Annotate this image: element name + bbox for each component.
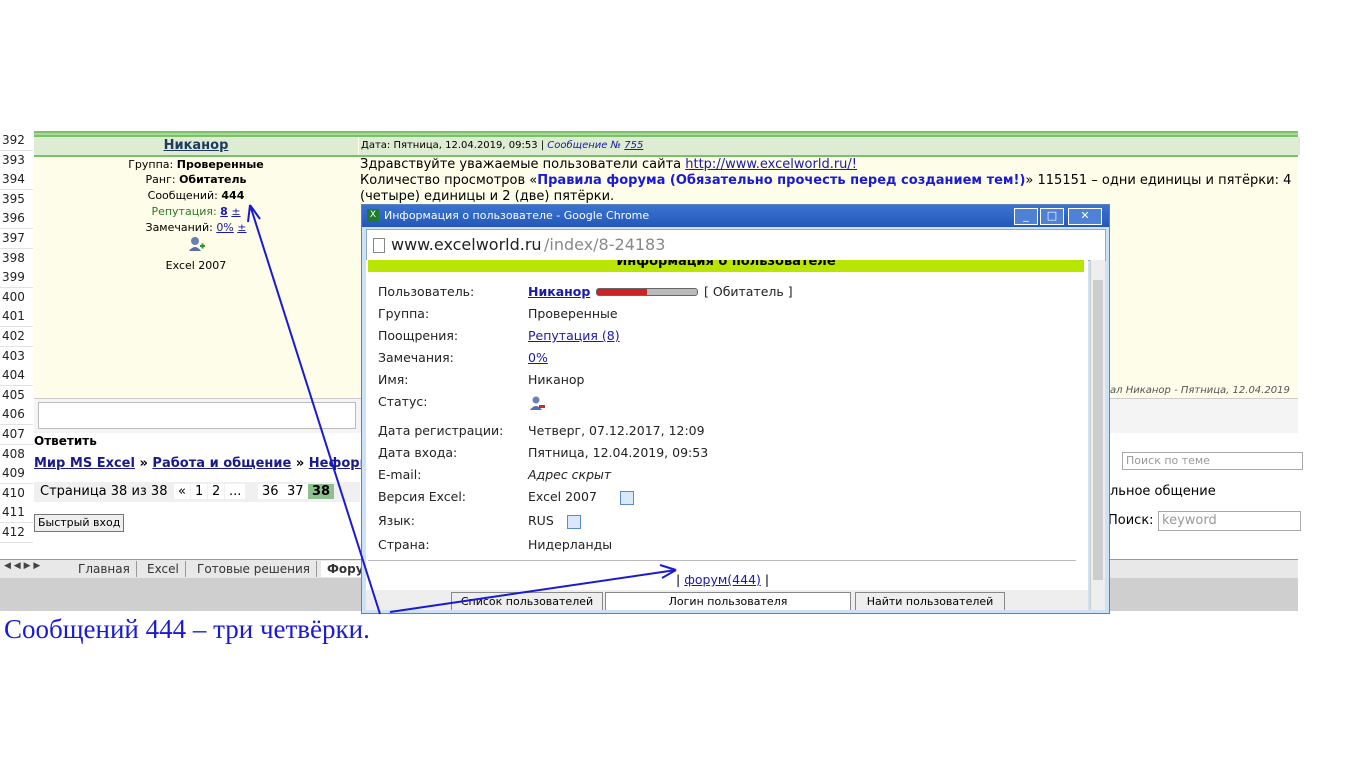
annotation-text: Сообщений 444 – три четвёрки. [4,614,370,644]
arrow-to-forum-link [389,569,677,613]
annotation-arrows [247,204,677,615]
arrow-to-messages [249,204,381,615]
